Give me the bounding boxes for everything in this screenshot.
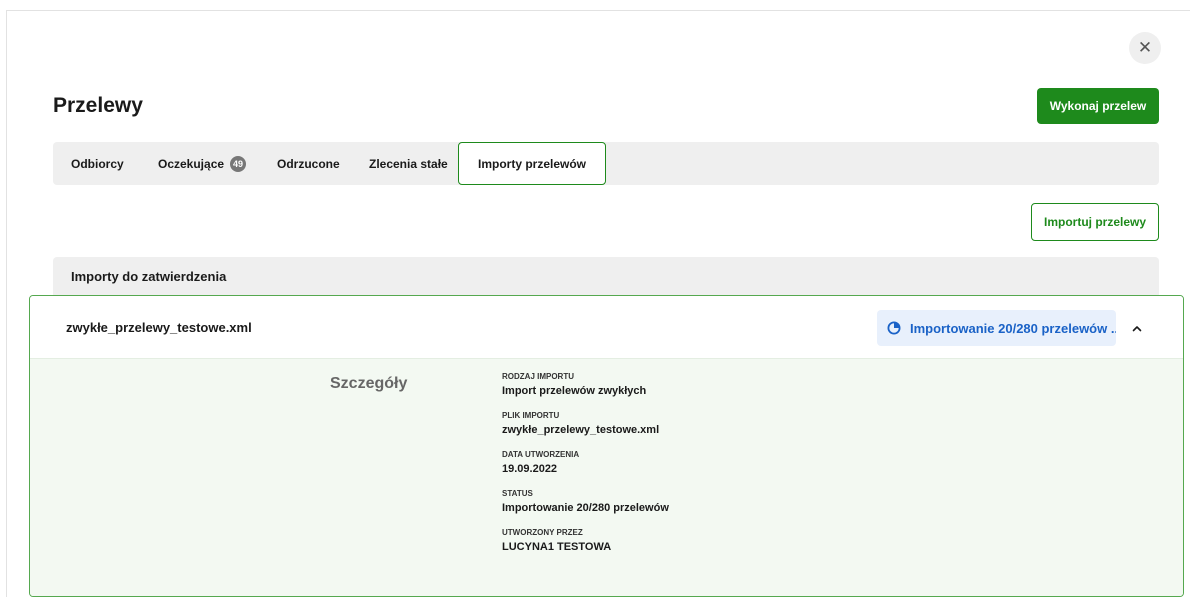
detail-label: RODZAJ IMPORTU — [502, 372, 574, 381]
tab-label: Odrzucone — [277, 156, 340, 171]
make-transfer-button[interactable]: Wykonaj przelew — [1037, 88, 1159, 124]
detail-label: PLIK IMPORTU — [502, 411, 560, 420]
import-transfers-button[interactable]: Importuj przelewy — [1031, 203, 1159, 241]
details-heading: Szczegóły — [330, 375, 408, 392]
tab-standing-orders[interactable]: Zlecenia stałe — [369, 142, 448, 185]
close-button[interactable]: ✕ — [1129, 32, 1161, 64]
tab-label: Zlecenia stałe — [369, 156, 448, 171]
tab-rejected[interactable]: Odrzucone — [277, 142, 340, 185]
detail-label: STATUS — [502, 489, 533, 498]
section-header: Importy do zatwierdzenia — [53, 257, 1159, 295]
details-list: RODZAJ IMPORTU Import przelewów zwykłych… — [502, 372, 669, 567]
tab-label: Importy przelewów — [478, 156, 587, 171]
tab-recipients[interactable]: Odbiorcy — [71, 142, 124, 185]
detail-label: DATA UTWORZENIA — [502, 450, 580, 459]
status-badge-text: Importowanie 20/280 przelewów ... — [910, 320, 1116, 336]
page-title: Przelewy — [53, 94, 143, 117]
pie-chart-icon — [887, 321, 901, 335]
tab-pending[interactable]: Oczekujące 49 — [158, 142, 247, 185]
detail-import-file: PLIK IMPORTU zwykłe_przelewy_testowe.xml — [502, 411, 669, 437]
import-card-header[interactable]: zwykłe_przelewy_testowe.xml Importowanie… — [30, 296, 1183, 359]
tab-label: Odbiorcy — [71, 156, 124, 171]
detail-created-date: DATA UTWORZENIA 19.09.2022 — [502, 450, 669, 476]
detail-value: Importowanie 20/280 przelewów — [502, 502, 669, 514]
tab-bar: Odbiorcy Oczekujące 49 Odrzucone Zleceni… — [53, 142, 1159, 185]
collapse-button[interactable] — [1127, 318, 1147, 338]
import-file-name: zwykłe_przelewy_testowe.xml — [66, 320, 252, 335]
close-icon: ✕ — [1137, 38, 1153, 57]
detail-value: zwykłe_przelewy_testowe.xml — [502, 424, 660, 436]
import-card: zwykłe_przelewy_testowe.xml Importowanie… — [29, 295, 1184, 597]
detail-created-by: UTWORZONY PRZEZ LUCYNA1 TESTOWA — [502, 528, 669, 554]
detail-value: Import przelewów zwykłych — [502, 385, 647, 397]
detail-value: LUCYNA1 TESTOWA — [502, 541, 612, 553]
tab-transfer-imports[interactable]: Importy przelewów — [458, 142, 607, 185]
chevron-up-icon — [1132, 325, 1142, 331]
pending-count-badge: 49 — [230, 155, 247, 172]
detail-import-type: RODZAJ IMPORTU Import przelewów zwykłych — [502, 372, 669, 398]
section-title: Importy do zatwierdzenia — [71, 269, 227, 284]
detail-value: 19.09.2022 — [502, 463, 558, 475]
detail-status: STATUS Importowanie 20/280 przelewów — [502, 489, 669, 515]
detail-label: UTWORZONY PRZEZ — [502, 528, 583, 537]
import-details: Szczegóły RODZAJ IMPORTU Import przelewó… — [30, 359, 1183, 596]
status-badge: Importowanie 20/280 przelewów ... — [877, 310, 1116, 346]
tab-label: Oczekujące — [158, 156, 225, 171]
